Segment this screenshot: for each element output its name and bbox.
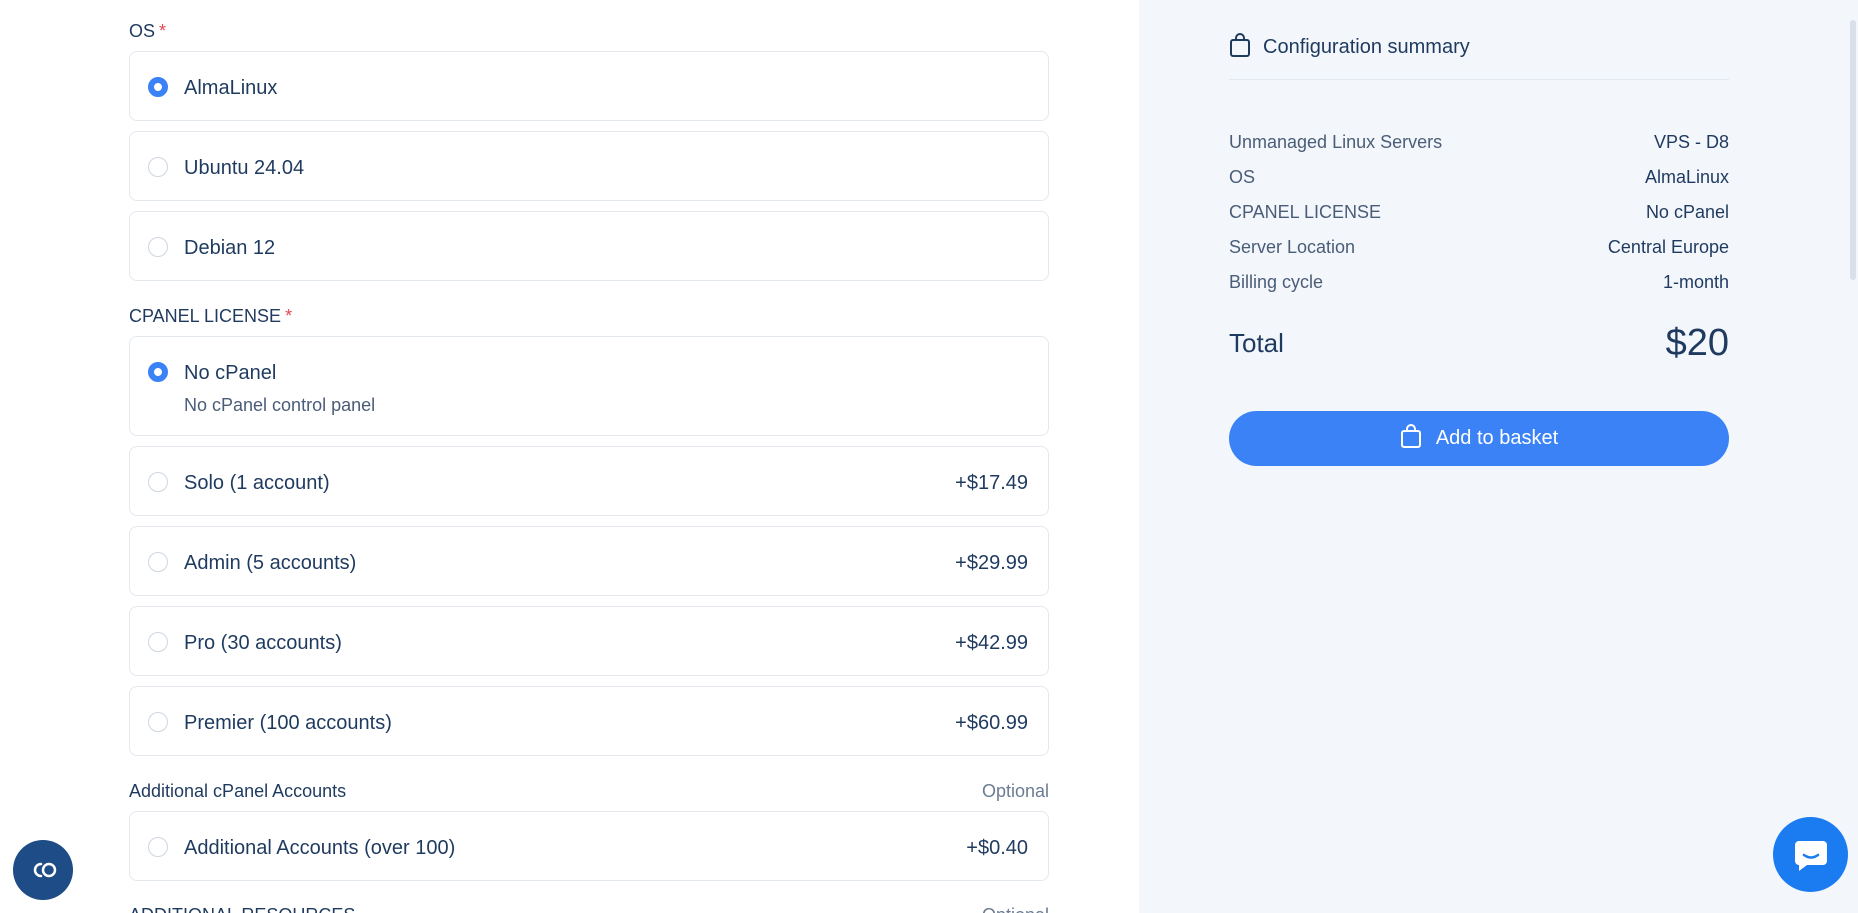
cpanel-option-solo[interactable]: Solo (1 account) +$17.49 — [129, 446, 1049, 516]
additional-accounts-label-row: Additional cPanel Accounts Optional — [129, 781, 1049, 802]
optional-tag: Optional — [982, 905, 1049, 913]
optional-tag: Optional — [981, 781, 1049, 801]
cpanel-option-pro[interactable]: Pro (30 accounts) +$42.99 — [129, 606, 1049, 676]
summary-row-value: No cPanel — [1645, 202, 1729, 222]
os-option-almalinux[interactable]: AlmaLinux — [129, 51, 1049, 121]
radio-button[interactable] — [148, 472, 168, 492]
cpanel-option-admin[interactable]: Admin (5 accounts) +$29.99 — [129, 526, 1049, 596]
os-section-label: OS * — [129, 21, 1049, 42]
summary-row-value: Central Europe — [1607, 237, 1729, 257]
chat-bubble-icon[interactable] — [1773, 817, 1848, 892]
radio-button[interactable] — [148, 362, 168, 382]
summary-row-value: 1-month — [1662, 272, 1729, 292]
os-option-debian[interactable]: Debian 12 — [129, 211, 1049, 281]
add-to-basket-label: Add to basket — [1435, 427, 1559, 449]
radio-button[interactable] — [148, 157, 168, 177]
radio-button[interactable] — [148, 712, 168, 732]
cpanel-label: CPANEL LICENSE — [129, 306, 282, 326]
summary-row: OS AlmaLinux — [1229, 167, 1729, 202]
summary-rows: Unmanaged Linux Servers VPS - D8 OS Alma… — [1229, 132, 1729, 307]
add-to-basket-button[interactable]: Add to basket — [1229, 411, 1729, 466]
cpanel-option-premier[interactable]: Premier (100 accounts) +$60.99 — [129, 686, 1049, 756]
summary-row-value: AlmaLinux — [1644, 167, 1729, 187]
summary-title: Configuration summary — [1263, 36, 1470, 58]
radio-button[interactable] — [148, 837, 168, 857]
summary-row: Unmanaged Linux Servers VPS - D8 — [1229, 132, 1729, 167]
radio-button[interactable] — [148, 237, 168, 257]
option-title: Pro (30 accounts) — [184, 632, 342, 654]
additional-resources-label: ADDITIONAL RESOURCES — [129, 905, 355, 913]
option-price: +$17.49 — [955, 472, 1028, 494]
summary-row: CPANEL LICENSE No cPanel — [1229, 202, 1729, 237]
summary-row-label: CPANEL LICENSE — [1229, 202, 1382, 222]
option-price: +$42.99 — [955, 632, 1028, 654]
required-mark: * — [159, 21, 167, 41]
additional-resources-label-row: ADDITIONAL RESOURCES Optional — [129, 905, 1049, 913]
summary-row: Server Location Central Europe — [1229, 237, 1729, 272]
shopping-bag-icon — [1400, 423, 1422, 455]
total-row: Total $20 — [1229, 322, 1729, 365]
summary-row: Billing cycle 1-month — [1229, 272, 1729, 307]
additional-accounts-option[interactable]: Additional Accounts (over 100) +$0.40 — [129, 811, 1049, 881]
cpanel-option-none[interactable]: No cPanel No cPanel control panel — [129, 336, 1049, 436]
summary-header: Configuration summary — [1229, 32, 1729, 80]
option-title: Debian 12 — [184, 237, 276, 259]
option-description: No cPanel control panel — [184, 395, 376, 415]
scrollbar-thumb[interactable] — [1850, 20, 1856, 280]
summary-row-value: VPS - D8 — [1653, 132, 1729, 152]
required-mark: * — [285, 306, 293, 326]
scrollbar[interactable] — [1846, 0, 1858, 913]
option-price: +$60.99 — [955, 712, 1028, 734]
option-title: Ubuntu 24.04 — [184, 157, 305, 179]
cpanel-section-label: CPANEL LICENSE * — [129, 306, 1049, 327]
co-icon[interactable] — [13, 840, 73, 900]
option-title: Solo (1 account) — [184, 472, 330, 494]
summary-row-label: Billing cycle — [1229, 272, 1324, 292]
summary-row-label: Server Location — [1229, 237, 1356, 257]
summary-row-label: Unmanaged Linux Servers — [1229, 132, 1443, 152]
option-price: +$29.99 — [955, 552, 1028, 574]
option-title: Premier (100 accounts) — [184, 712, 392, 734]
option-price: +$0.40 — [966, 837, 1028, 859]
os-label: OS — [129, 21, 156, 41]
option-title: Admin (5 accounts) — [184, 552, 357, 574]
radio-button[interactable] — [148, 77, 168, 97]
additional-accounts-label: Additional cPanel Accounts — [129, 781, 347, 801]
shopping-bag-icon — [1229, 32, 1251, 58]
radio-button[interactable] — [148, 552, 168, 572]
total-value: $20 — [1665, 322, 1729, 364]
radio-button[interactable] — [148, 632, 168, 652]
os-option-ubuntu[interactable]: Ubuntu 24.04 — [129, 131, 1049, 201]
option-title: Additional Accounts (over 100) — [184, 837, 456, 859]
total-label: Total — [1229, 328, 1284, 358]
summary-row-label: OS — [1229, 167, 1256, 187]
config-form-panel: OS * AlmaLinux Ubuntu 24.04 Debian 12 CP… — [0, 0, 1139, 913]
option-title: AlmaLinux — [184, 77, 278, 99]
option-title: No cPanel — [184, 362, 277, 384]
